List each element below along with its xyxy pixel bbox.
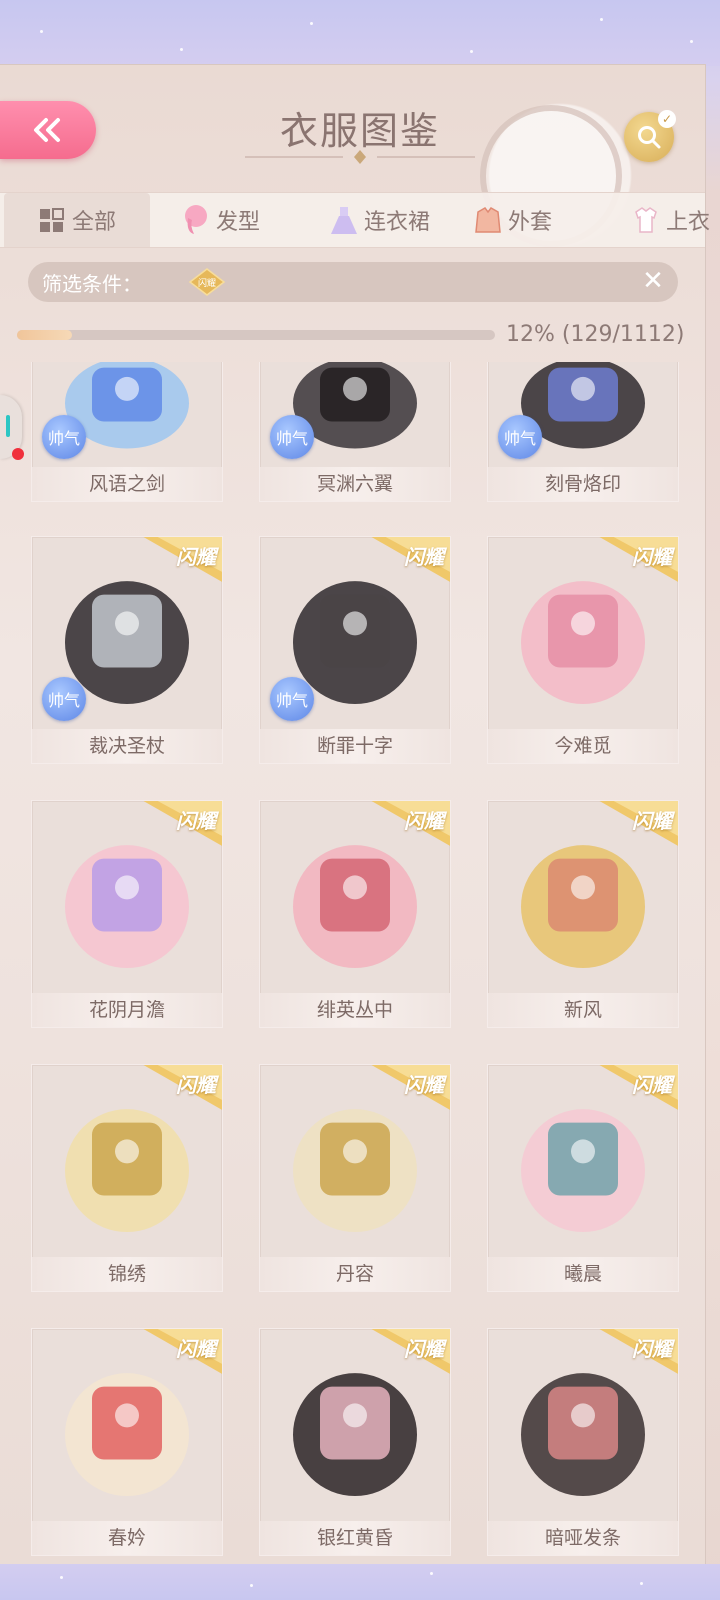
close-icon[interactable]: ✕ [638, 266, 668, 296]
shine-ribbon-label: 闪耀 [176, 1073, 216, 1097]
shine-ribbon-label: 闪耀 [176, 1337, 216, 1361]
item-name: 花阴月澹 [32, 993, 222, 1027]
item-name: 暗哑发条 [488, 1521, 678, 1555]
item-name: 丹容 [260, 1257, 450, 1291]
filter-bar[interactable]: 筛选条件： 闪耀 ✕ [28, 262, 678, 302]
back-button[interactable] [0, 101, 96, 159]
search-button[interactable]: ✓ [624, 110, 676, 162]
item-card[interactable]: 帅气风语之剑 [31, 362, 223, 502]
notification-dot [12, 448, 24, 460]
dress-icon [331, 207, 357, 234]
item-card[interactable]: 闪耀花阴月澹 [31, 800, 223, 1028]
item-card[interactable]: 闪耀曦晨 [487, 1064, 679, 1292]
shine-ribbon-label: 闪耀 [404, 1337, 444, 1361]
style-badge: 帅气 [42, 415, 86, 459]
item-name: 今难觅 [488, 729, 678, 763]
item-card[interactable]: 帅气冥渊六翼 [259, 362, 451, 502]
item-name: 冥渊六翼 [260, 467, 450, 501]
page-title: 衣服图鉴 [279, 109, 440, 153]
item-card[interactable]: 闪耀暗哑发条 [487, 1328, 679, 1556]
item-name: 银红黄昏 [260, 1521, 450, 1555]
shine-ribbon-label: 闪耀 [632, 545, 672, 569]
search-icon [638, 126, 661, 149]
progress-fill [17, 330, 73, 340]
item-name: 绯英丛中 [260, 993, 450, 1027]
category-tabs: ✦ ✦ 全部 发型 连衣裙 外套 上衣 [0, 192, 710, 248]
title-divider-ornament [245, 150, 475, 164]
item-name: 刻骨烙印 [488, 467, 678, 501]
item-name: 断罪十字 [260, 729, 450, 763]
item-card[interactable]: 闪耀绯英丛中 [259, 800, 451, 1028]
shirt-icon [635, 207, 657, 233]
shine-ribbon-label: 闪耀 [632, 1337, 672, 1361]
shine-ribbon-label: 闪耀 [404, 809, 444, 833]
item-card[interactable]: 闪耀银红黄昏 [259, 1328, 451, 1556]
style-badge: 帅气 [498, 415, 542, 459]
item-name: 裁决圣杖 [32, 729, 222, 763]
style-badge: 帅气 [270, 415, 314, 459]
tab-label: 全部 [71, 210, 116, 235]
tab-label: 上衣 [666, 210, 711, 235]
item-name: 锦绣 [32, 1257, 222, 1291]
item-name: 曦晨 [488, 1257, 678, 1291]
item-card[interactable]: 闪耀锦绣 [31, 1064, 223, 1292]
shine-ribbon-label: 闪耀 [176, 545, 216, 569]
filter-tag-text: 闪耀 [198, 278, 216, 289]
item-card[interactable]: 闪耀春妗 [31, 1328, 223, 1556]
tab-label: 发型 [216, 210, 261, 235]
shine-ribbon-label: 闪耀 [404, 545, 444, 569]
tab-dress[interactable]: 连衣裙 [330, 193, 430, 247]
item-card[interactable]: 闪耀今难觅 [487, 536, 679, 764]
style-badge: 帅气 [42, 677, 86, 721]
item-name: 新风 [488, 993, 678, 1027]
item-grid: 帅气 风语之剑 帅气 冥渊六翼 帅气 刻骨烙印 闪耀 帅气 裁决圣杖 闪耀 帅气 断罪十字 闪耀 今难觅闪… [0, 362, 705, 1562]
item-card[interactable]: 闪耀帅气断罪十字 [259, 536, 451, 764]
style-badge: 帅气 [270, 677, 314, 721]
collection-progress-bar [17, 330, 495, 340]
tab-label: 连衣裙 [364, 210, 431, 235]
item-card[interactable]: 闪耀新风 [487, 800, 679, 1028]
tab-label: 外套 [508, 210, 553, 235]
tab-coat[interactable]: 外套 [474, 193, 552, 247]
grid-icon [39, 208, 64, 232]
hair-icon [185, 205, 207, 234]
check-icon: ✓ [658, 110, 676, 128]
item-card[interactable]: 帅气刻骨烙印 [487, 362, 679, 502]
progress-text: 12% (129/1112) [506, 322, 685, 347]
tab-all[interactable]: 全部 [4, 193, 150, 247]
shine-tag-icon[interactable]: 闪耀 [188, 268, 226, 296]
double-chevron-left-icon [34, 118, 60, 142]
item-name: 风语之剑 [32, 467, 222, 501]
tab-shirt[interactable]: 上衣 [632, 193, 710, 247]
filter-label: 筛选条件： [42, 272, 142, 296]
bottom-band [0, 1564, 720, 1600]
item-card[interactable]: 闪耀帅气裁决圣杖 [31, 536, 223, 764]
coat-icon [475, 207, 501, 233]
shine-ribbon-label: 闪耀 [404, 1073, 444, 1097]
top-status-band [0, 0, 720, 66]
item-card[interactable]: 闪耀丹容 [259, 1064, 451, 1292]
item-name: 春妗 [32, 1521, 222, 1555]
shine-ribbon-label: 闪耀 [632, 1073, 672, 1097]
shine-ribbon-label: 闪耀 [632, 809, 672, 833]
shine-ribbon-label: 闪耀 [176, 809, 216, 833]
tab-hair[interactable]: 发型 [182, 193, 260, 247]
